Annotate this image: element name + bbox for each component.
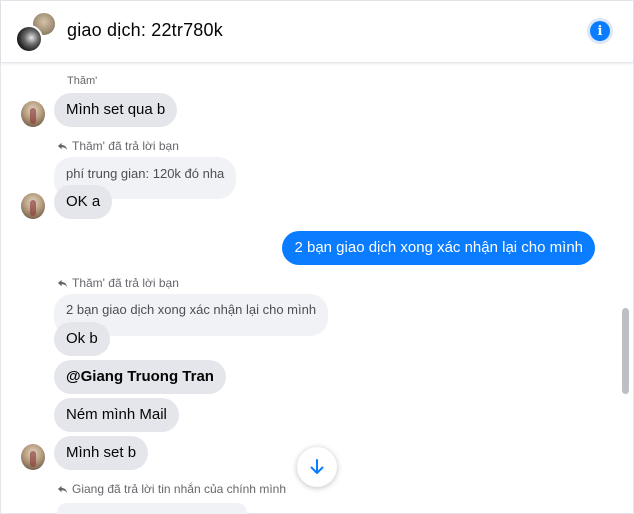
reply-note: Thăm' đã trả lời bạn (57, 276, 179, 290)
reply-note-text: Giang đã trả lời tin nhắn của chính mình (72, 482, 286, 496)
partial-quoted-message (57, 503, 247, 514)
info-button[interactable]: i (587, 18, 613, 44)
avatar[interactable] (21, 193, 45, 219)
message-bubble[interactable]: OK a (54, 185, 113, 219)
reply-arrow-icon (57, 142, 68, 150)
scrollbar-thumb[interactable] (622, 308, 629, 394)
group-avatar[interactable] (15, 11, 57, 53)
mention-bubble[interactable]: @Giang Truong Tran (54, 360, 226, 394)
chat-header: giao dịch: 22tr780k i (1, 1, 633, 63)
reply-note-text: Thăm' đã trả lời bạn (72, 276, 179, 290)
scroll-to-bottom-button[interactable] (297, 447, 337, 487)
message-bubble[interactable]: Ném mình Mail (54, 398, 179, 432)
message-bubble[interactable]: Mình set b (54, 436, 149, 470)
reply-note: Thăm' đã trả lời bạn (57, 139, 179, 153)
reply-arrow-icon (57, 485, 68, 493)
reply-note: Giang đã trả lời tin nhắn của chính mình (57, 482, 286, 496)
avatar[interactable] (21, 444, 45, 470)
sender-name: Thăm' (67, 75, 98, 87)
message-bubble[interactable]: Ok b (54, 322, 110, 356)
avatar[interactable] (21, 101, 45, 127)
chat-window: giao dịch: 22tr780k i Thăm' Mình set qua… (0, 0, 634, 514)
member-avatar-front (15, 25, 43, 53)
my-message-bubble[interactable]: 2 bạn giao dịch xong xác nhận lại cho mì… (282, 231, 595, 265)
reply-note-text: Thăm' đã trả lời bạn (72, 139, 179, 153)
arrow-down-icon (310, 459, 324, 474)
info-icon: i (590, 21, 610, 41)
reply-arrow-icon (57, 279, 68, 287)
conversation-title[interactable]: giao dịch: 22tr780k (67, 20, 223, 41)
message-bubble[interactable]: Mình set qua b (54, 93, 178, 127)
